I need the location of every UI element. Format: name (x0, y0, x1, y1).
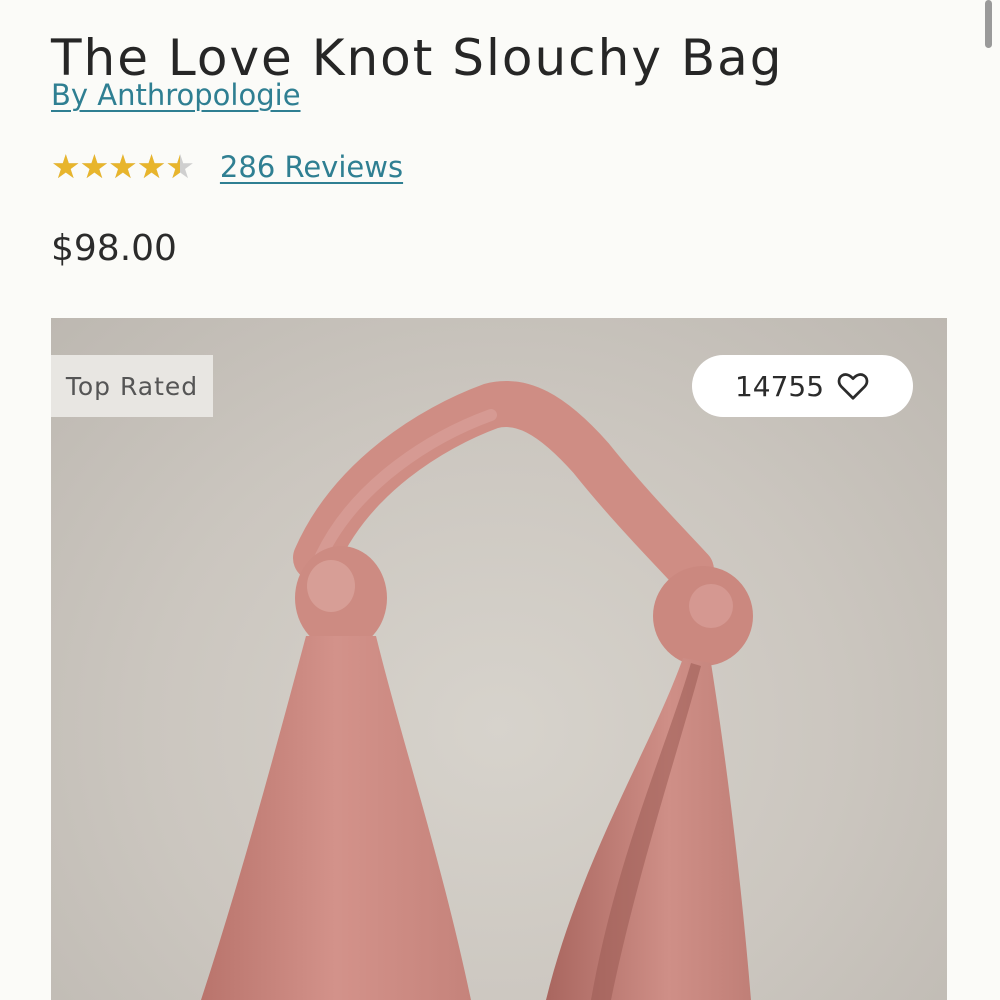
scrollbar-thumb[interactable] (985, 0, 992, 48)
heart-outline-icon (837, 373, 869, 400)
star-rating-filled-icon: ★★★★★ (51, 148, 180, 186)
star-rating[interactable]: ★★★★★ ★★★★★ (51, 148, 195, 186)
reviews-link[interactable]: 286 Reviews (220, 150, 403, 184)
wishlist-button[interactable]: 14755 (692, 355, 913, 417)
wishlist-count: 14755 (734, 369, 825, 403)
brand-link[interactable]: By Anthropologie (51, 78, 301, 112)
bag-photo (201, 380, 753, 1000)
top-rated-badge: Top Rated (51, 355, 213, 417)
product-image[interactable]: Top Rated 14755 (51, 318, 947, 1000)
rating-row: ★★★★★ ★★★★★ 286 Reviews (51, 148, 403, 186)
product-price: $98.00 (51, 228, 177, 269)
